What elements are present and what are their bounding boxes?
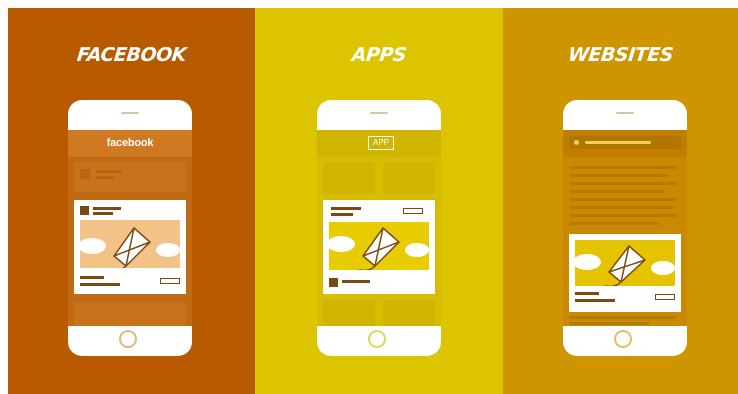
cta-button: [403, 208, 423, 214]
phone-icon: [563, 100, 687, 356]
text-line: [80, 283, 120, 286]
kite-icon: [329, 222, 429, 270]
text-line: [569, 206, 673, 209]
text-line: [569, 222, 659, 225]
url-text-line: [585, 141, 651, 144]
speaker-icon: [370, 112, 388, 114]
text-line: [96, 170, 122, 173]
phone-screen: APP: [317, 130, 441, 326]
app-tile: [383, 162, 435, 194]
text-line: [575, 299, 615, 302]
phone-top-bezel: [563, 100, 687, 130]
facebook-panel: FACEBOOK facebook: [8, 8, 255, 394]
app-header: facebook: [68, 130, 192, 157]
phone-icon: APP: [317, 100, 441, 356]
cta-button: [160, 278, 180, 284]
phone-top-bezel: [68, 100, 192, 130]
cta-button: [655, 294, 675, 300]
app-tile: [383, 300, 435, 326]
address-bar: [569, 136, 681, 149]
home-button-icon: [368, 330, 386, 348]
text-line: [93, 207, 121, 210]
text-line: [569, 182, 677, 185]
speaker-icon: [616, 112, 634, 114]
ad-card: [323, 200, 435, 294]
text-line: [569, 322, 649, 325]
url-dot-icon: [574, 140, 579, 145]
panel-title: FACEBOOK: [75, 44, 188, 66]
kite-icon: [575, 240, 675, 286]
app-tile: [323, 162, 375, 194]
feed-post: [74, 162, 186, 192]
phone-bottom-bezel: [68, 326, 192, 356]
text-line: [569, 198, 677, 201]
phone-screen: facebook: [68, 130, 192, 326]
kite-icon: [80, 220, 180, 268]
text-line: [569, 190, 665, 193]
phone-icon: facebook: [68, 100, 192, 356]
text-line: [331, 213, 353, 216]
panel-title: WEBSITES: [566, 44, 675, 66]
text-line: [331, 207, 361, 210]
facebook-logo: facebook: [106, 137, 154, 149]
phone-bottom-bezel: [563, 326, 687, 356]
speaker-icon: [121, 112, 139, 114]
home-button-icon: [614, 330, 632, 348]
text-line: [569, 214, 677, 217]
text-line: [96, 176, 114, 179]
ad-card: [74, 200, 186, 294]
avatar: [80, 206, 89, 215]
avatar: [80, 169, 90, 179]
text-line: [93, 212, 113, 215]
feed-post: [74, 302, 186, 326]
home-button-icon: [119, 330, 137, 348]
browser-header: [563, 130, 687, 157]
text-line: [80, 276, 104, 279]
app-tile: [323, 300, 375, 326]
text-line: [575, 292, 599, 295]
websites-panel: WEBSITES: [503, 8, 738, 394]
text-line: [569, 166, 677, 169]
app-header: APP: [317, 130, 441, 157]
panel-title: APPS: [350, 44, 408, 66]
text-line: [342, 280, 370, 283]
phone-bottom-bezel: [317, 326, 441, 356]
apps-panel: APPS APP: [255, 8, 503, 394]
app-badge: APP: [368, 136, 394, 150]
text-line: [569, 316, 677, 319]
text-line: [569, 174, 669, 177]
ad-card: [569, 234, 681, 312]
avatar: [329, 278, 338, 287]
phone-top-bezel: [317, 100, 441, 130]
phone-screen: [563, 130, 687, 326]
